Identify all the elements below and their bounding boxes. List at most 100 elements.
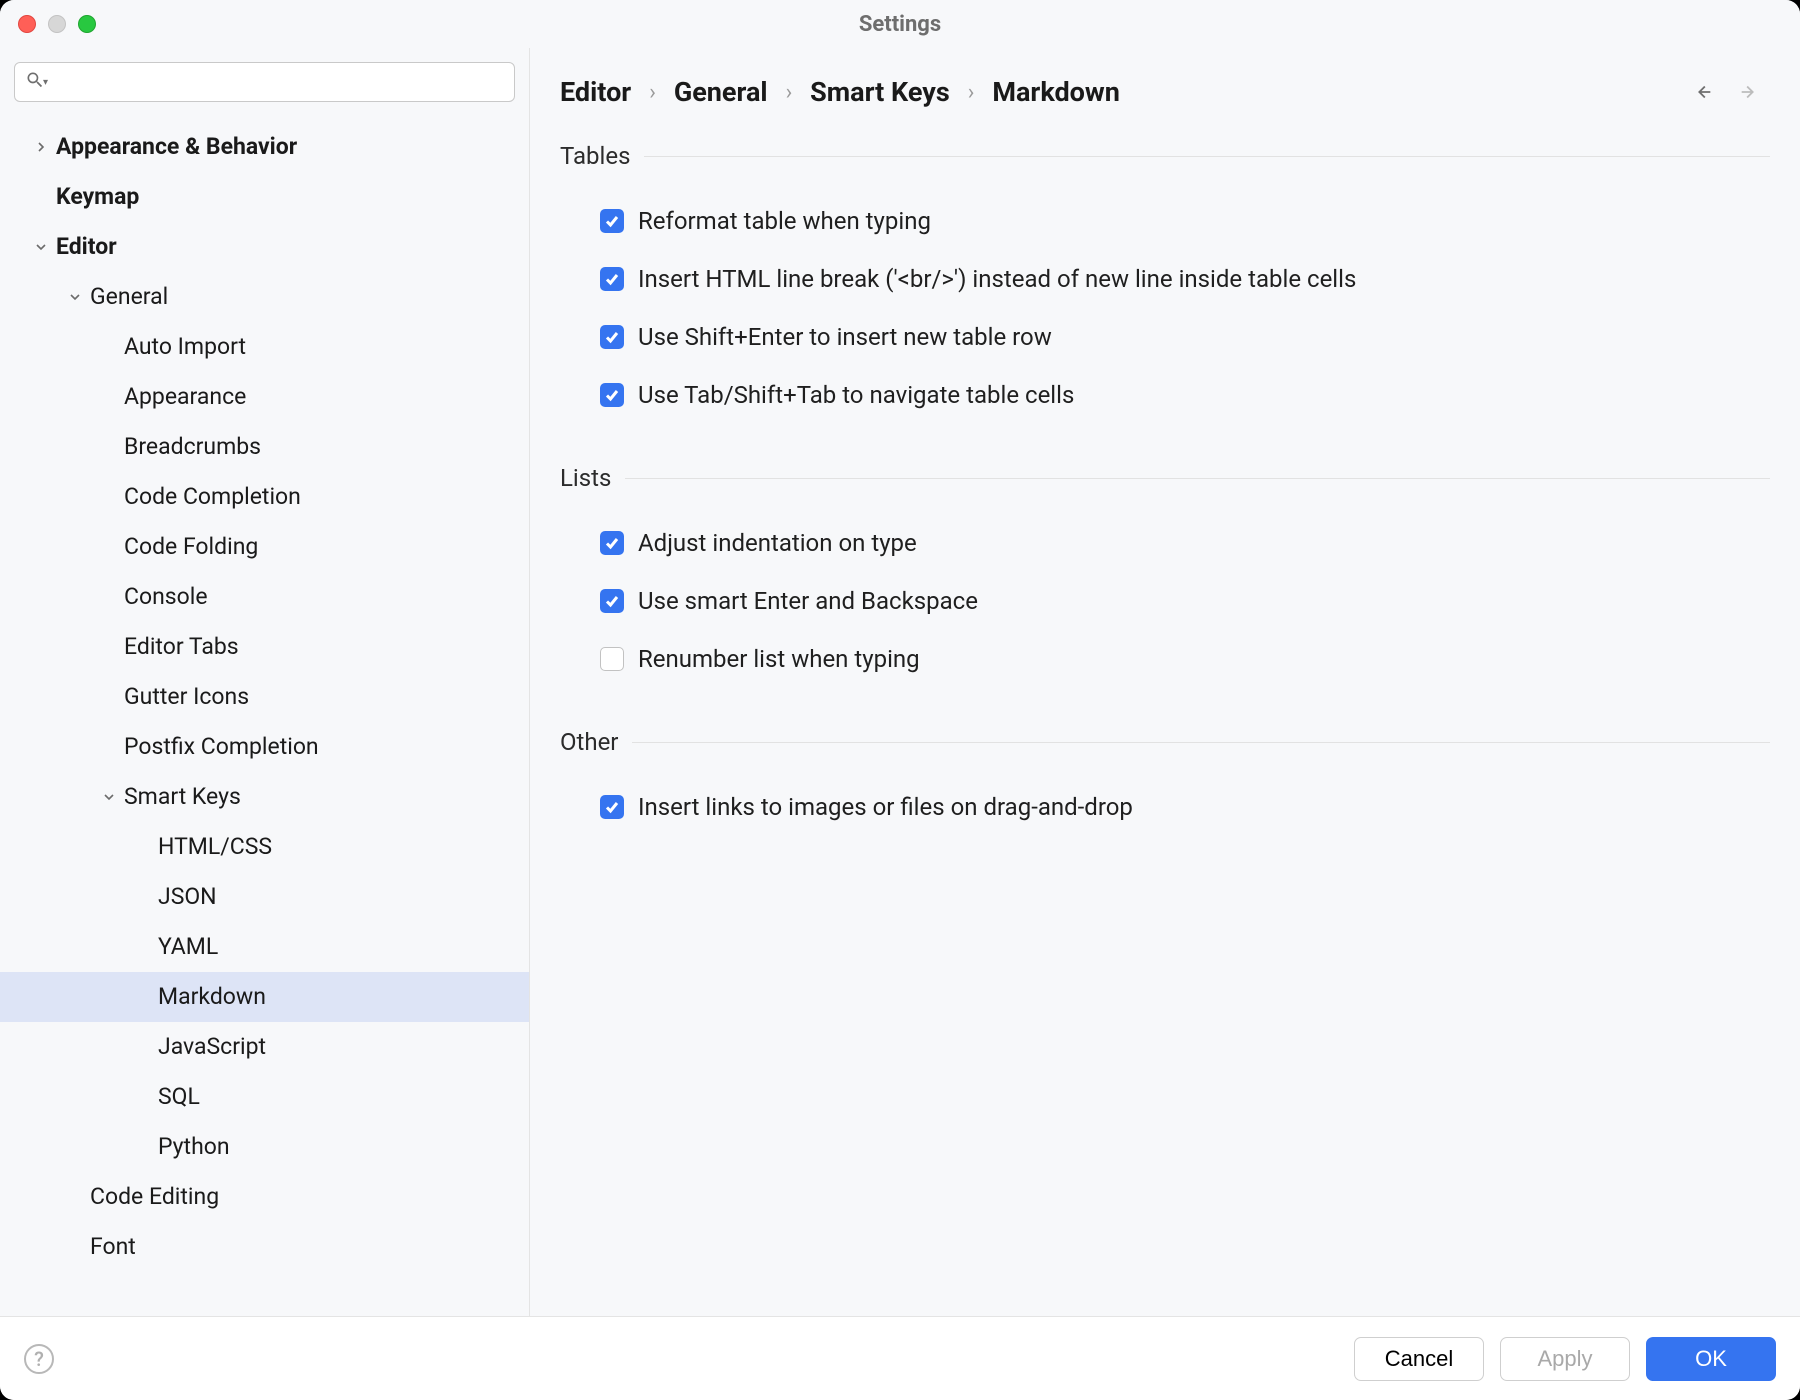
tree-item[interactable]: Console	[0, 572, 529, 622]
tree-item[interactable]: HTML/CSS	[0, 822, 529, 872]
search-icon	[25, 70, 45, 94]
settings-window: Settings ▾ Appearance & Behavior Keymap Ed…	[0, 0, 1800, 1400]
tree-item[interactable]: Breadcrumbs	[0, 422, 529, 472]
checkbox-label: Use Tab/Shift+Tab to navigate table cell…	[638, 381, 1074, 409]
checkbox-label: Reformat table when typing	[638, 207, 931, 235]
section-title: Lists	[560, 464, 611, 492]
breadcrumb-separator-icon: ›	[649, 80, 656, 105]
tree-item[interactable]: Smart Keys	[0, 772, 529, 822]
tree-item[interactable]: YAML	[0, 922, 529, 972]
checkbox-option[interactable]: Use Tab/Shift+Tab to navigate table cell…	[560, 366, 1770, 424]
tree-item-label: Editor Tabs	[124, 633, 239, 661]
ok-button[interactable]: OK	[1646, 1337, 1776, 1381]
tree-item[interactable]: Editor Tabs	[0, 622, 529, 672]
checkbox-icon[interactable]	[600, 795, 624, 819]
content-pane: Editor › General › Smart Keys › Markdown Table…	[530, 48, 1800, 1316]
chevron-down-icon	[32, 238, 50, 256]
tree-item-label: Markdown	[158, 983, 266, 1011]
help-button[interactable]: ?	[24, 1344, 54, 1374]
tree-item[interactable]: Code Completion	[0, 472, 529, 522]
nav-back-icon[interactable]	[1692, 81, 1714, 103]
tree-item[interactable]: Editor	[0, 222, 529, 272]
section-title: Other	[560, 728, 618, 756]
tree-item[interactable]: General	[0, 272, 529, 322]
tree-item[interactable]: Appearance & Behavior	[0, 122, 529, 172]
tree-item[interactable]: SQL	[0, 1072, 529, 1122]
tree-item-label: Font	[90, 1233, 136, 1261]
checkbox-label: Renumber list when typing	[638, 645, 920, 673]
search-input[interactable]: ▾	[14, 62, 515, 102]
tree-item[interactable]: Python	[0, 1122, 529, 1172]
checkbox-label: Adjust indentation on type	[638, 529, 917, 557]
tree-item-label: Code Folding	[124, 533, 258, 561]
tree-item[interactable]: Postfix Completion	[0, 722, 529, 772]
tree-item-label: Breadcrumbs	[124, 433, 261, 461]
tree-item-label: Keymap	[56, 183, 139, 211]
breadcrumb-item[interactable]: Smart Keys	[810, 76, 950, 108]
chevron-right-icon	[32, 138, 50, 156]
tree-item[interactable]: Auto Import	[0, 322, 529, 372]
checkbox-option[interactable]: Reformat table when typing	[560, 192, 1770, 250]
tree-item-label: Postfix Completion	[124, 733, 319, 761]
section-title: Tables	[560, 142, 630, 170]
breadcrumb: Editor › General › Smart Keys › Markdown	[560, 76, 1120, 108]
apply-button[interactable]: Apply	[1500, 1337, 1630, 1381]
checkbox-option[interactable]: Renumber list when typing	[560, 630, 1770, 688]
checkbox-option[interactable]: Use Shift+Enter to insert new table row	[560, 308, 1770, 366]
checkbox-option[interactable]: Insert HTML line break ('<br/>') instead…	[560, 250, 1770, 308]
tree-item-label: YAML	[158, 933, 218, 961]
tree-item[interactable]: Font	[0, 1222, 529, 1272]
tree-item[interactable]: JSON	[0, 872, 529, 922]
tree-item[interactable]: Markdown	[0, 972, 529, 1022]
tree-item[interactable]: Keymap	[0, 172, 529, 222]
breadcrumb-separator-icon: ›	[786, 80, 793, 105]
tree-item-label: Code Completion	[124, 483, 301, 511]
tree-item[interactable]: Gutter Icons	[0, 672, 529, 722]
checkbox-icon[interactable]	[600, 325, 624, 349]
search-dropdown-icon[interactable]: ▾	[43, 77, 48, 88]
tree-item-label: JavaScript	[158, 1033, 266, 1061]
window-title: Settings	[0, 12, 1800, 37]
breadcrumb-separator-icon: ›	[968, 80, 975, 105]
checkbox-icon[interactable]	[600, 209, 624, 233]
section-lists: Lists Adjust indentation on type Use smar…	[560, 464, 1770, 688]
footer: ? Cancel Apply OK	[0, 1316, 1800, 1400]
checkbox-option[interactable]: Use smart Enter and Backspace	[560, 572, 1770, 630]
checkbox-label: Insert HTML line break ('<br/>') instead…	[638, 265, 1356, 293]
breadcrumb-item[interactable]: Editor	[560, 76, 631, 108]
tree-item-label: JSON	[158, 883, 217, 911]
tree-item-label: Appearance	[124, 383, 246, 411]
search-field[interactable]	[54, 71, 504, 93]
tree-item-label: Smart Keys	[124, 783, 241, 811]
section-other: Other Insert links to images or files on…	[560, 728, 1770, 836]
chevron-down-icon	[66, 288, 84, 306]
sidebar: ▾ Appearance & Behavior Keymap Editor Gener…	[0, 48, 530, 1316]
checkbox-label: Insert links to images or files on drag-…	[638, 793, 1133, 821]
checkbox-icon[interactable]	[600, 383, 624, 407]
tree-item-label: Gutter Icons	[124, 683, 249, 711]
chevron-down-icon	[100, 788, 118, 806]
tree-item[interactable]: Code Folding	[0, 522, 529, 572]
tree-item-label: General	[90, 283, 168, 311]
titlebar: Settings	[0, 0, 1800, 48]
checkbox-option[interactable]: Adjust indentation on type	[560, 514, 1770, 572]
checkbox-icon[interactable]	[600, 267, 624, 291]
tree-item-label: SQL	[158, 1083, 200, 1111]
section-tables: Tables Reformat table when typing Insert …	[560, 142, 1770, 424]
nav-forward-icon[interactable]	[1738, 81, 1760, 103]
tree-item[interactable]: Appearance	[0, 372, 529, 422]
checkbox-option[interactable]: Insert links to images or files on drag-…	[560, 778, 1770, 836]
tree-item-label: HTML/CSS	[158, 833, 272, 861]
cancel-button[interactable]: Cancel	[1354, 1337, 1484, 1381]
checkbox-icon[interactable]	[600, 531, 624, 555]
checkbox-icon[interactable]	[600, 647, 624, 671]
tree-item[interactable]: JavaScript	[0, 1022, 529, 1072]
checkbox-icon[interactable]	[600, 589, 624, 613]
checkbox-label: Use Shift+Enter to insert new table row	[638, 323, 1052, 351]
breadcrumb-item[interactable]: General	[674, 76, 768, 108]
tree-item-label: Auto Import	[124, 333, 246, 361]
settings-tree: Appearance & Behavior Keymap Editor General…	[0, 112, 529, 1272]
breadcrumb-item[interactable]: Markdown	[992, 76, 1120, 108]
tree-item-label: Appearance & Behavior	[56, 133, 297, 161]
tree-item[interactable]: Code Editing	[0, 1172, 529, 1222]
